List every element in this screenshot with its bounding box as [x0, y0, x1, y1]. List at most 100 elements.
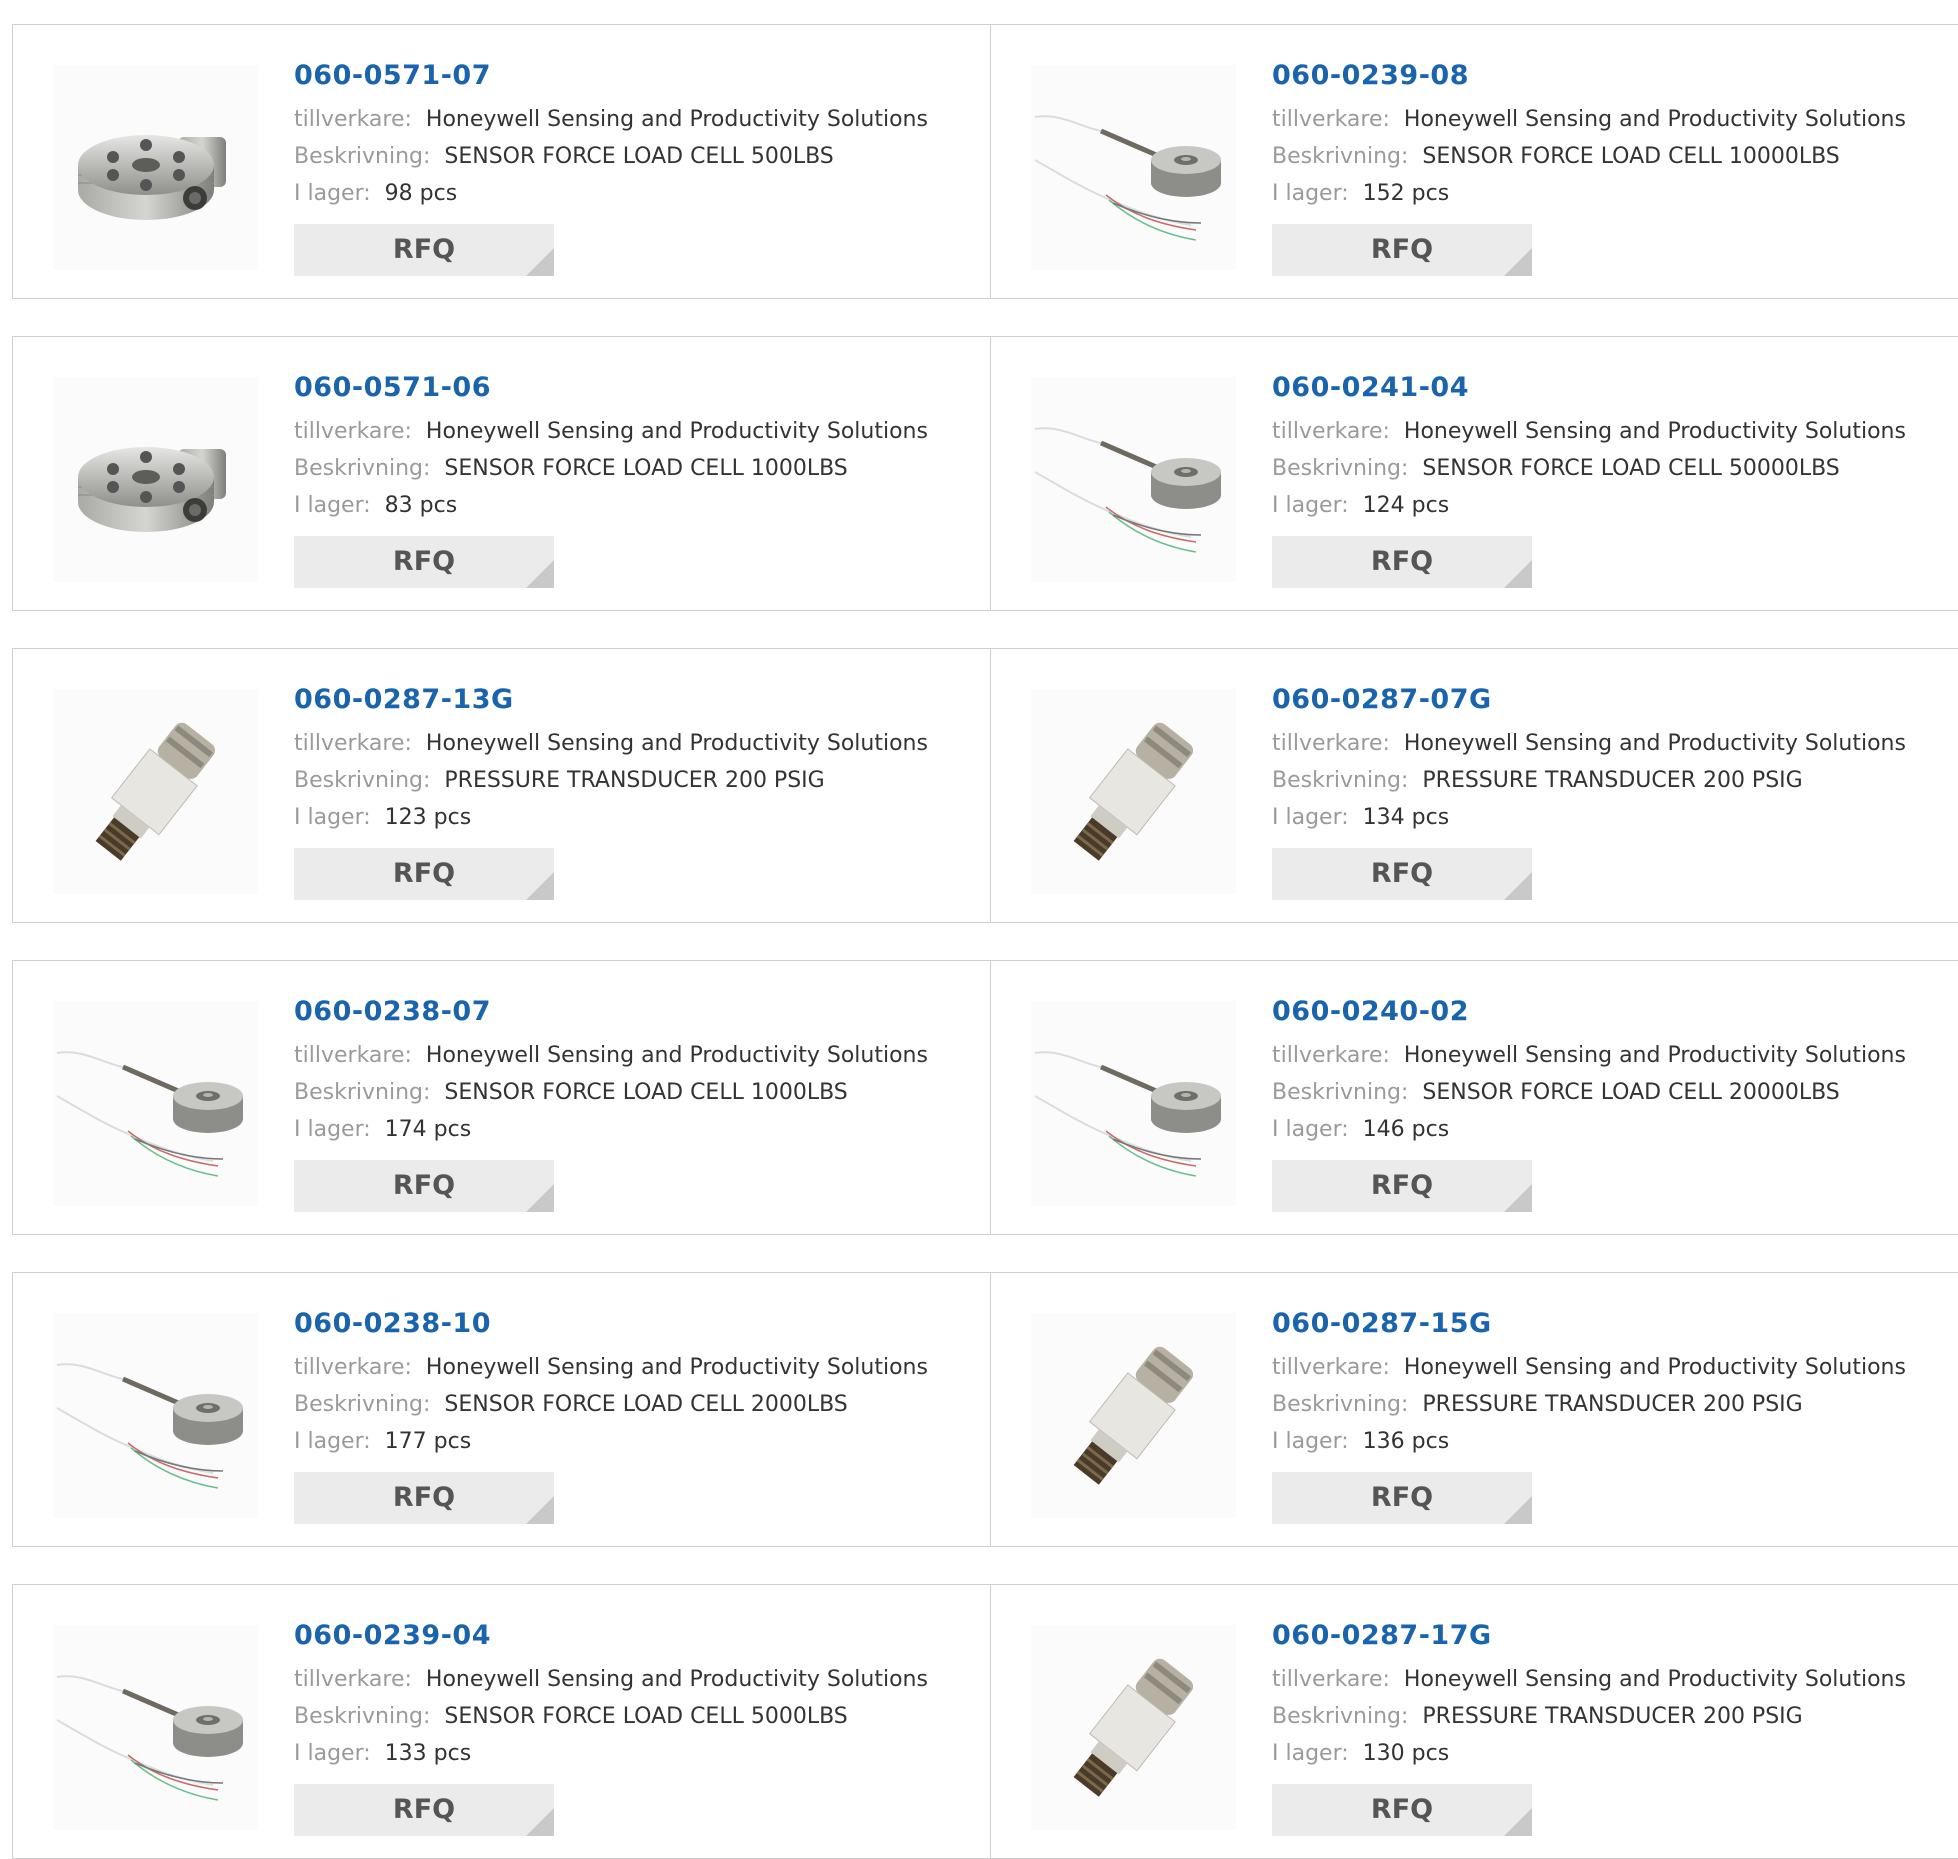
part-number-link[interactable]: 060-0287-17G — [1272, 1615, 1958, 1657]
pancake-load-cell-image[interactable] — [53, 377, 258, 582]
product-card: 060-0287-17G tillverkare: Honeywell Sensi… — [990, 1584, 1958, 1859]
description-label: Beskrivning: — [1272, 456, 1409, 481]
rfq-label: RFQ — [392, 1482, 456, 1513]
stock-value: 83 pcs — [384, 493, 458, 518]
product-card: 060-0241-04 tillverkare: Honeywell Sensin… — [990, 336, 1958, 611]
manufacturer-value: Honeywell Sensing and Productivity Solut… — [425, 1667, 928, 1692]
part-number-link[interactable]: 060-0287-13G — [294, 679, 980, 721]
rfq-button[interactable]: RFQ — [1272, 1472, 1532, 1524]
part-number-link[interactable]: 060-0240-02 — [1272, 991, 1958, 1033]
stock-value: 123 pcs — [384, 805, 472, 830]
manufacturer-label: tillverkare: — [294, 419, 412, 444]
pressure-transducer-image[interactable] — [1031, 689, 1236, 894]
rfq-button[interactable]: RFQ — [1272, 848, 1532, 900]
stock-value: 134 pcs — [1362, 805, 1450, 830]
rfq-label: RFQ — [392, 1794, 456, 1825]
manufacturer-value: Honeywell Sensing and Productivity Solut… — [425, 107, 928, 132]
description-label: Beskrivning: — [294, 1392, 431, 1417]
manufacturer-value: Honeywell Sensing and Productivity Solut… — [1403, 731, 1906, 756]
description-value: PRESSURE TRANSDUCER 200 PSIG — [444, 768, 825, 793]
corner-decoration — [1504, 1496, 1532, 1524]
manufacturer-label: tillverkare: — [294, 107, 412, 132]
description-value: SENSOR FORCE LOAD CELL 1000LBS — [444, 1080, 848, 1105]
description-value: PRESSURE TRANSDUCER 200 PSIG — [1422, 768, 1803, 793]
rfq-label: RFQ — [392, 234, 456, 265]
stock-label: I lager: — [294, 1741, 371, 1766]
rfq-button[interactable]: RFQ — [1272, 224, 1532, 276]
description-value: SENSOR FORCE LOAD CELL 1000LBS — [444, 456, 848, 481]
manufacturer-label: tillverkare: — [1272, 1043, 1390, 1068]
description-value: PRESSURE TRANSDUCER 200 PSIG — [1422, 1392, 1803, 1417]
stock-label: I lager: — [1272, 805, 1349, 830]
pressure-transducer-image[interactable] — [1031, 1625, 1236, 1830]
description-label: Beskrivning: — [1272, 768, 1409, 793]
part-number-link[interactable]: 060-0287-15G — [1272, 1303, 1958, 1345]
rfq-label: RFQ — [392, 546, 456, 577]
rfq-label: RFQ — [1370, 858, 1434, 889]
corner-decoration — [526, 560, 554, 588]
rfq-button[interactable]: RFQ — [1272, 536, 1532, 588]
manufacturer-value: Honeywell Sensing and Productivity Solut… — [425, 731, 928, 756]
rfq-button[interactable]: RFQ — [294, 1472, 554, 1524]
product-card: 060-0239-04 tillverkare: Honeywell Sensin… — [12, 1584, 991, 1859]
manufacturer-label: tillverkare: — [1272, 1667, 1390, 1692]
stock-value: 133 pcs — [384, 1741, 472, 1766]
manufacturer-label: tillverkare: — [1272, 419, 1390, 444]
part-number-link[interactable]: 060-0239-08 — [1272, 55, 1958, 97]
stock-label: I lager: — [1272, 1117, 1349, 1142]
product-card: 060-0571-06 tillverkare: Honeywell Sensin… — [12, 336, 991, 611]
description-label: Beskrivning: — [1272, 144, 1409, 169]
rfq-button[interactable]: RFQ — [294, 848, 554, 900]
button-load-cell-image[interactable] — [53, 1313, 258, 1518]
button-load-cell-image[interactable] — [1031, 1001, 1236, 1206]
product-card: 060-0287-13G tillverkare: Honeywell Sensi… — [12, 648, 991, 923]
product-card: 060-0239-08 tillverkare: Honeywell Sensin… — [990, 24, 1958, 299]
rfq-button[interactable]: RFQ — [294, 1160, 554, 1212]
manufacturer-label: tillverkare: — [294, 1355, 412, 1380]
rfq-label: RFQ — [1370, 1482, 1434, 1513]
rfq-button[interactable]: RFQ — [1272, 1784, 1532, 1836]
corner-decoration — [526, 1496, 554, 1524]
manufacturer-value: Honeywell Sensing and Productivity Solut… — [425, 1043, 928, 1068]
stock-value: 124 pcs — [1362, 493, 1450, 518]
stock-value: 98 pcs — [384, 181, 458, 206]
stock-value: 136 pcs — [1362, 1429, 1450, 1454]
part-number-link[interactable]: 060-0238-10 — [294, 1303, 980, 1345]
part-number-link[interactable]: 060-0241-04 — [1272, 367, 1958, 409]
pressure-transducer-image[interactable] — [53, 689, 258, 894]
part-number-link[interactable]: 060-0571-06 — [294, 367, 980, 409]
manufacturer-value: Honeywell Sensing and Productivity Solut… — [425, 1355, 928, 1380]
manufacturer-value: Honeywell Sensing and Productivity Solut… — [1403, 1667, 1906, 1692]
button-load-cell-image[interactable] — [1031, 377, 1236, 582]
rfq-button[interactable]: RFQ — [294, 536, 554, 588]
part-number-link[interactable]: 060-0571-07 — [294, 55, 980, 97]
rfq-label: RFQ — [1370, 1170, 1434, 1201]
manufacturer-value: Honeywell Sensing and Productivity Solut… — [1403, 1355, 1906, 1380]
button-load-cell-image[interactable] — [1031, 65, 1236, 270]
stock-label: I lager: — [294, 493, 371, 518]
stock-value: 174 pcs — [384, 1117, 472, 1142]
manufacturer-label: tillverkare: — [294, 1043, 412, 1068]
part-number-link[interactable]: 060-0287-07G — [1272, 679, 1958, 721]
rfq-button[interactable]: RFQ — [1272, 1160, 1532, 1212]
pancake-load-cell-image[interactable] — [53, 65, 258, 270]
stock-value: 146 pcs — [1362, 1117, 1450, 1142]
corner-decoration — [526, 872, 554, 900]
description-value: PRESSURE TRANSDUCER 200 PSIG — [1422, 1704, 1803, 1729]
description-label: Beskrivning: — [1272, 1392, 1409, 1417]
part-number-link[interactable]: 060-0238-07 — [294, 991, 980, 1033]
part-number-link[interactable]: 060-0239-04 — [294, 1615, 980, 1657]
product-card: 060-0287-07G tillverkare: Honeywell Sensi… — [990, 648, 1958, 923]
description-label: Beskrivning: — [294, 1080, 431, 1105]
button-load-cell-image[interactable] — [53, 1625, 258, 1830]
product-card: 060-0238-07 tillverkare: Honeywell Sensin… — [12, 960, 991, 1235]
stock-label: I lager: — [294, 181, 371, 206]
button-load-cell-image[interactable] — [53, 1001, 258, 1206]
description-value: SENSOR FORCE LOAD CELL 20000LBS — [1422, 1080, 1840, 1105]
stock-label: I lager: — [1272, 1429, 1349, 1454]
pressure-transducer-image[interactable] — [1031, 1313, 1236, 1518]
rfq-button[interactable]: RFQ — [294, 224, 554, 276]
manufacturer-label: tillverkare: — [294, 1667, 412, 1692]
rfq-button[interactable]: RFQ — [294, 1784, 554, 1836]
description-value: SENSOR FORCE LOAD CELL 500LBS — [444, 144, 834, 169]
